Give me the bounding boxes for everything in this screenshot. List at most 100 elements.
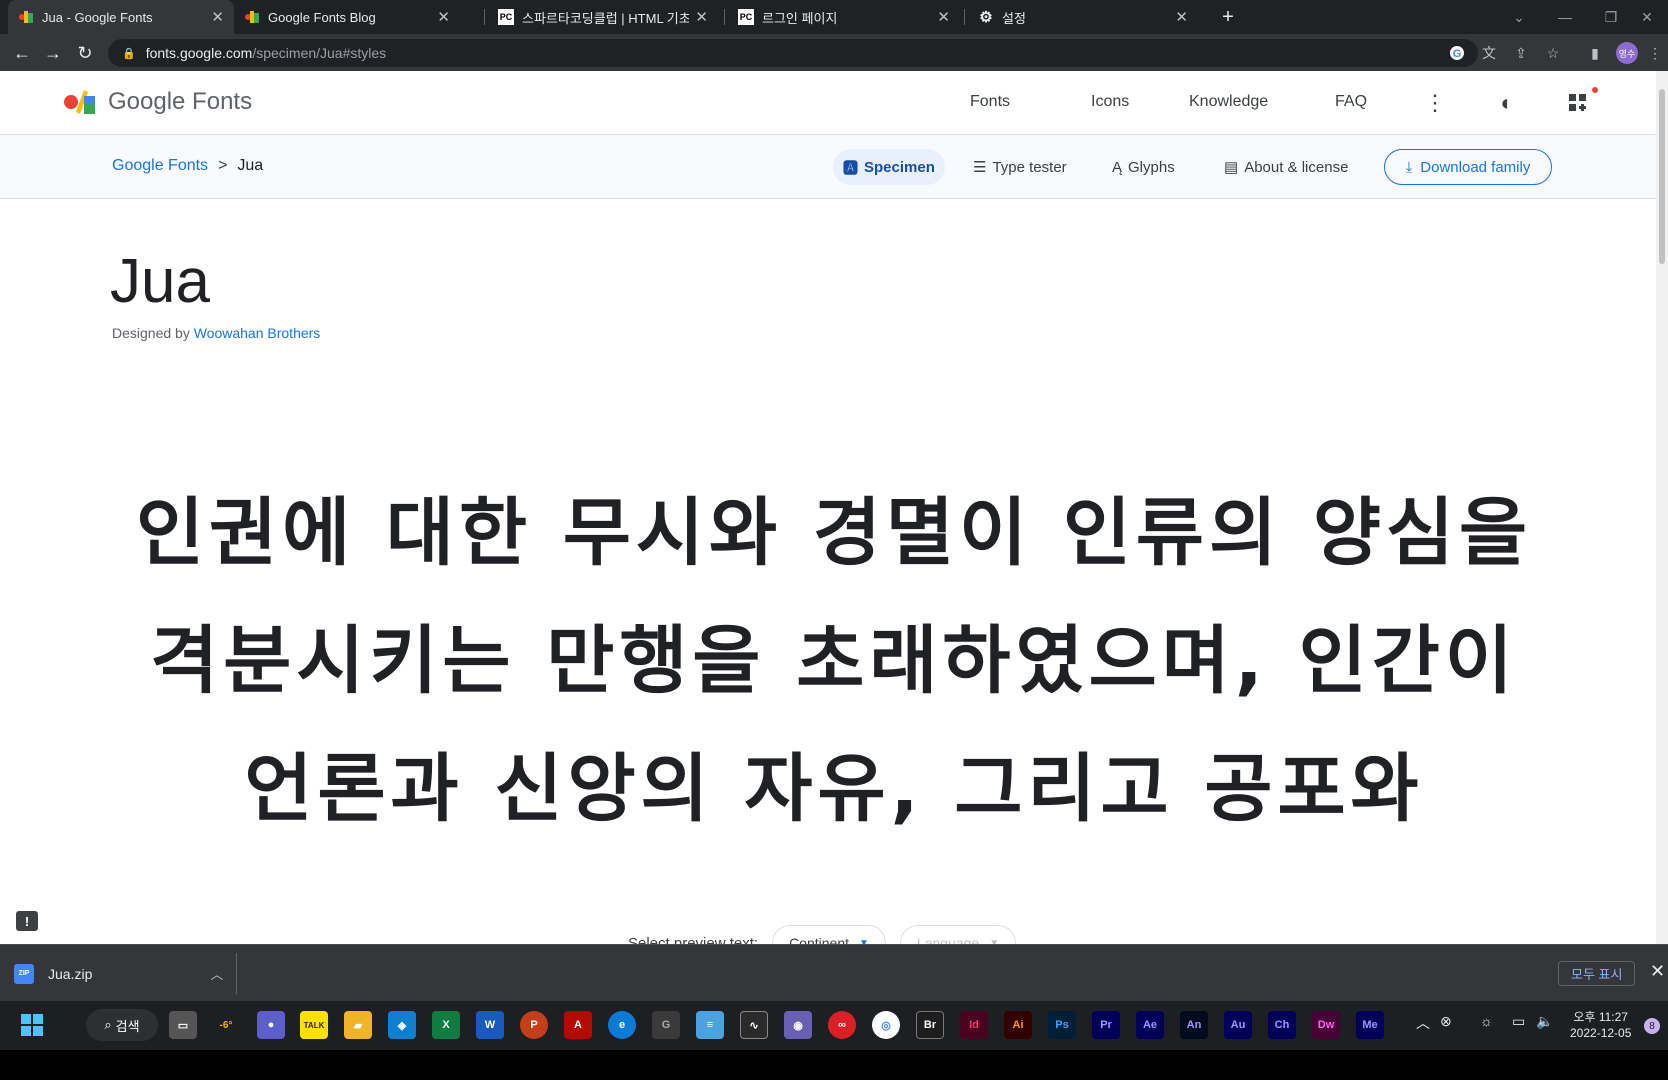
download-item[interactable]: ZIP Jua.zip ︿ (14, 945, 223, 1002)
close-icon[interactable]: ✕ (937, 8, 950, 26)
app-ps-icon[interactable]: Ps (1048, 1011, 1076, 1039)
specimen-subbar: Google Fonts > Jua 🅰 Specimen ☰ Type tes… (0, 135, 1668, 199)
tab-search-icon[interactable]: ⌄ (1496, 0, 1542, 34)
svg-text:G: G (1453, 48, 1462, 60)
tab-jua-google-fonts[interactable]: Jua - Google Fonts ✕ (8, 0, 234, 34)
tray-overflow-icon[interactable]: ︿ (1416, 1013, 1430, 1033)
app-au-icon[interactable]: Au (1224, 1011, 1252, 1039)
tab-glyphs[interactable]: Ą Glyphs (1102, 149, 1185, 185)
forward-icon[interactable]: → (41, 41, 65, 65)
edge-icon[interactable]: e (608, 1011, 636, 1039)
store-icon[interactable]: ◈ (388, 1011, 416, 1039)
window-close-icon[interactable]: ✕ (1626, 0, 1668, 34)
app-id-icon[interactable]: Id (960, 1011, 988, 1039)
more-vert-icon[interactable]: ⋮ (1421, 89, 1449, 117)
tab-settings[interactable]: ⚙ 설정 ✕ (968, 0, 1198, 34)
font-family-title: Jua (110, 247, 210, 316)
app-dw-icon[interactable]: Dw (1312, 1011, 1340, 1039)
new-tab-button[interactable]: + (1210, 0, 1246, 34)
app-ai-icon[interactable]: Ai (1004, 1011, 1032, 1039)
tab-login-page[interactable]: PC 르그인 페이지 ✕ (728, 0, 960, 34)
share-icon[interactable]: ⇪ (1510, 42, 1532, 64)
close-icon[interactable]: ✕ (437, 8, 450, 26)
weather-icon[interactable]: -6° (212, 1011, 240, 1039)
taskbar-search[interactable]: ⌕ 검색 (86, 1009, 158, 1041)
word-icon[interactable]: W (476, 1011, 504, 1039)
theme-toggle-icon[interactable]: ◐ (1493, 89, 1521, 117)
excel-icon[interactable]: X (432, 1011, 460, 1039)
tab-label: Type tester (992, 158, 1067, 176)
nav-icons[interactable]: Icons (1091, 93, 1129, 111)
screen-bottom-edge (0, 1050, 1668, 1080)
notepad-icon[interactable]: ≡ (696, 1011, 724, 1039)
notification-count-badge[interactable]: 8 (1644, 1018, 1660, 1034)
show-all-button[interactable]: 모두 표시 (1558, 961, 1636, 986)
sample-line: 격분시키는 만행을 초래하였으며, 인간이 (150, 618, 1518, 704)
windows-start-icon[interactable] (18, 1011, 46, 1039)
kakaotalk-icon[interactable]: TALK (300, 1011, 328, 1039)
app-me-icon[interactable]: Me (1356, 1011, 1384, 1039)
system-clock[interactable]: 오후 11:27 2022-12-05 (1570, 1009, 1631, 1041)
audio-wave-icon[interactable]: ∿ (740, 1011, 768, 1039)
google-icon[interactable]: G (1446, 42, 1468, 64)
app-pr-icon[interactable]: Pr (1092, 1011, 1120, 1039)
reload-icon[interactable]: ↻ (73, 41, 97, 65)
nav-fonts[interactable]: Fonts (970, 93, 1010, 111)
download-family-button[interactable]: ⤓ Download family (1384, 149, 1552, 185)
address-bar[interactable]: 🔒 fonts.google.com/specimen/Jua#styles (108, 39, 1478, 67)
nav-faq[interactable]: FAQ (1335, 93, 1367, 111)
minimize-icon[interactable]: — (1542, 0, 1588, 34)
designer-link[interactable]: Woowahan Brothers (194, 325, 321, 341)
close-icon[interactable]: ✕ (1175, 8, 1188, 26)
apps-grid-icon[interactable] (1564, 87, 1598, 117)
nav-knowledge[interactable]: Knowledge (1189, 93, 1268, 111)
language-label: Language (916, 935, 980, 944)
chrome-icon[interactable]: ◎ (872, 1011, 900, 1039)
google-fonts-logo-icon (64, 88, 96, 116)
app-br-icon[interactable]: Br (916, 1011, 944, 1039)
tab-type-tester[interactable]: ☰ Type tester (963, 149, 1077, 185)
specimen-icon: 🅰 (843, 159, 859, 177)
bookmark-star-icon[interactable]: ☆ (1542, 42, 1564, 64)
tab-label: About & license (1244, 158, 1349, 176)
app-ch-icon[interactable]: Ch (1268, 1011, 1296, 1039)
google-fonts-logo[interactable]: Google Fonts (64, 88, 252, 116)
creative-cloud-icon[interactable]: ∞ (828, 1011, 856, 1039)
language-dropdown[interactable]: Language ▼ (899, 925, 1017, 944)
back-icon[interactable]: ← (10, 41, 34, 65)
close-shelf-icon[interactable]: ✕ (1650, 961, 1665, 982)
task-view-icon[interactable]: ▭ (169, 1011, 197, 1039)
tab-about-license[interactable]: ▤ About & license (1214, 149, 1358, 185)
acrobat-icon[interactable]: A (564, 1011, 592, 1039)
close-icon[interactable]: ✕ (211, 8, 224, 26)
tab-sparta-html[interactable]: PC 스파르타코딩클럽 | HTML 기초 ✕ (488, 0, 718, 34)
network-icon[interactable]: ▭ (1512, 1013, 1525, 1030)
notification-dot (1592, 87, 1598, 93)
close-icon[interactable]: ✕ (695, 8, 708, 26)
tray-brightness-icon[interactable]: ☼ (1480, 1013, 1493, 1029)
tab-specimen[interactable]: 🅰 Specimen (833, 149, 945, 185)
tray-app-icon[interactable]: ⊗ (1440, 1013, 1452, 1030)
feedback-icon[interactable]: ! (16, 911, 38, 931)
file-explorer-icon[interactable]: ▰ (344, 1011, 372, 1039)
discord-icon[interactable]: ◉ (784, 1011, 812, 1039)
tab-title: 설정 (1002, 10, 1026, 26)
chevron-up-icon[interactable]: ︿ (210, 964, 223, 983)
app-an-icon[interactable]: An (1180, 1011, 1208, 1039)
app-ae-icon[interactable]: Ae (1136, 1011, 1164, 1039)
tab-google-fonts-blog[interactable]: Google Fonts Blog ✕ (234, 0, 460, 34)
translate-icon[interactable]: 文 (1478, 42, 1500, 64)
teams-chat-icon[interactable]: ● (257, 1011, 285, 1039)
side-panel-icon[interactable]: ▮ (1584, 42, 1606, 64)
volume-icon[interactable]: 🔈 (1536, 1013, 1553, 1030)
page-scrollbar[interactable] (1656, 71, 1668, 944)
profile-avatar[interactable]: 영수 (1616, 42, 1638, 64)
shelf-divider (236, 953, 237, 994)
chrome-menu-icon[interactable]: ⋮ (1644, 42, 1666, 64)
powerpoint-icon[interactable]: P (520, 1011, 548, 1039)
pycharm-icon[interactable]: G (652, 1011, 680, 1039)
continent-dropdown[interactable]: Continent ▼ (772, 925, 886, 944)
scrollbar-thumb[interactable] (1659, 89, 1665, 264)
preview-text-selector: Select preview text: Continent ▼ Languag… (628, 925, 1017, 944)
breadcrumb-root[interactable]: Google Fonts (112, 157, 208, 175)
